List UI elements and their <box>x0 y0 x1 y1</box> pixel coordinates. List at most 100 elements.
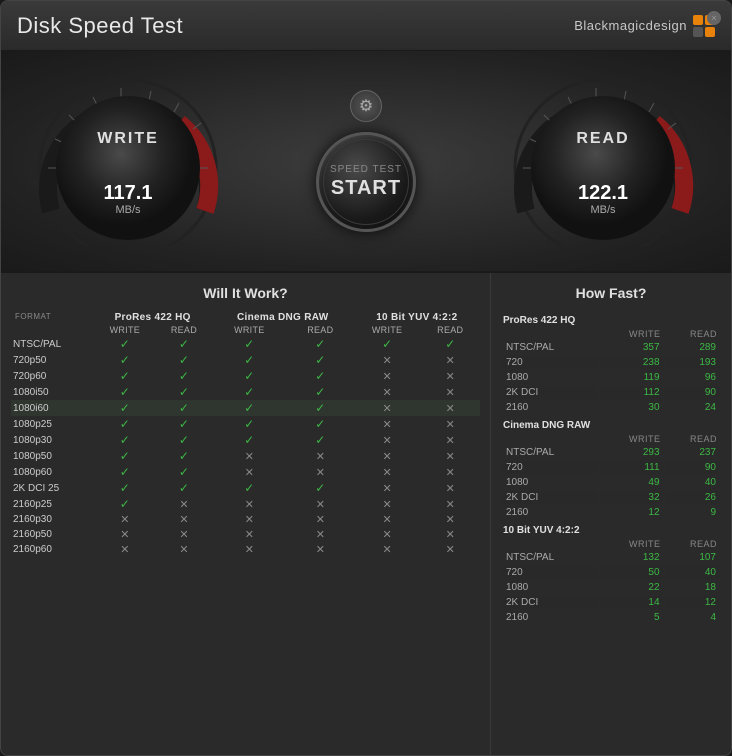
read-gauge-svg: READ 122.1 MB/s <box>506 71 701 251</box>
format-cell: 1080p30 <box>11 432 94 448</box>
prores-write-cell: ✕ <box>94 542 157 557</box>
prores-read-cell: ✓ <box>156 400 212 416</box>
cross-icon: ✕ <box>316 467 325 479</box>
speed-read-cell: 289 <box>665 341 719 354</box>
yuv-read-cell: ✕ <box>421 480 480 496</box>
brand-logo: Blackmagicdesign <box>574 15 715 37</box>
yuv-write-cell: ✕ <box>354 400 421 416</box>
speed-write-cell: 357 <box>600 341 662 354</box>
cdng-write-cell: ✓ <box>212 432 287 448</box>
cross-icon: ✕ <box>245 514 254 526</box>
cross-icon: ✕ <box>120 529 129 541</box>
check-icon: ✓ <box>179 481 189 495</box>
cdng-read-header: READ <box>287 324 354 336</box>
check-icon: ✓ <box>179 385 189 399</box>
check-icon: ✓ <box>315 369 325 383</box>
yuv-read-header: READ <box>421 324 480 336</box>
cross-icon: ✕ <box>446 529 455 541</box>
speed-format-cell: 2K DCI <box>503 491 598 504</box>
how-fast-title: How Fast? <box>501 285 721 301</box>
check-icon: ✓ <box>244 369 254 383</box>
yuv-read-cell: ✕ <box>421 400 480 416</box>
speed-format-cell: 2160 <box>503 506 598 519</box>
speed-read-cell: 26 <box>665 491 719 504</box>
speed-read-cell: 18 <box>665 581 719 594</box>
yuv-read-cell: ✕ <box>421 464 480 480</box>
prores-write-cell: ✕ <box>94 527 157 542</box>
format-cell: 2K DCI 25 <box>11 480 94 496</box>
cross-icon: ✕ <box>316 544 325 556</box>
speed-format-cell: NTSC/PAL <box>503 551 598 564</box>
start-button-main-label: START <box>331 177 401 200</box>
prores-write-cell: ✓ <box>94 368 157 384</box>
yuv-read-cell: ✕ <box>421 432 480 448</box>
svg-text:WRITE: WRITE <box>97 130 159 147</box>
format-cell: 1080p25 <box>11 416 94 432</box>
speed-codec-header: Cinema DNG RAW <box>503 416 719 432</box>
cross-icon: ✕ <box>446 451 455 463</box>
close-button[interactable]: × <box>707 11 721 25</box>
yuv-write-cell: ✕ <box>354 496 421 512</box>
speed-format-cell: 2160 <box>503 611 598 624</box>
yuv-write-cell: ✕ <box>354 384 421 400</box>
speed-format-header <box>503 434 598 444</box>
gear-icon: ⚙ <box>359 96 373 116</box>
speed-write-cell: 132 <box>600 551 662 564</box>
check-icon: ✓ <box>120 417 130 431</box>
cross-icon: ✕ <box>446 403 455 415</box>
check-icon: ✓ <box>179 465 189 479</box>
check-icon: ✓ <box>244 337 254 351</box>
cdng-write-header: WRITE <box>212 324 287 336</box>
speed-write-cell: 50 <box>600 566 662 579</box>
speed-write-cell: 119 <box>600 371 662 384</box>
yuv-read-cell: ✓ <box>421 336 480 352</box>
settings-button[interactable]: ⚙ <box>350 90 382 122</box>
brand-icon-cell-3 <box>693 27 703 37</box>
prores-write-cell: ✓ <box>94 448 157 464</box>
cross-icon: ✕ <box>446 544 455 556</box>
svg-text:MB/s: MB/s <box>115 204 141 216</box>
prores-write-cell: ✓ <box>94 432 157 448</box>
speed-write-cell: 112 <box>600 386 662 399</box>
format-cell: 2160p30 <box>11 512 94 527</box>
cdng-read-cell: ✕ <box>287 464 354 480</box>
brand-icon-cell-4 <box>705 27 715 37</box>
cdng-read-cell: ✓ <box>287 336 354 352</box>
cross-icon: ✕ <box>446 435 455 447</box>
cdng-read-cell: ✕ <box>287 496 354 512</box>
check-icon: ✓ <box>120 401 130 415</box>
speed-read-cell: 9 <box>665 506 719 519</box>
check-icon: ✓ <box>315 401 325 415</box>
cdng-write-cell: ✓ <box>212 352 287 368</box>
app-title: Disk Speed Test <box>17 13 183 39</box>
speed-format-cell: 720 <box>503 356 598 369</box>
cdng-read-cell: ✓ <box>287 352 354 368</box>
speed-read-header: READ <box>665 539 719 549</box>
speed-read-cell: 107 <box>665 551 719 564</box>
prores-read-cell: ✓ <box>156 384 212 400</box>
speed-codec-header: ProRes 422 HQ <box>503 311 719 327</box>
yuv-read-cell: ✕ <box>421 368 480 384</box>
prores-read-cell: ✓ <box>156 352 212 368</box>
cross-icon: ✕ <box>446 371 455 383</box>
speed-read-cell: 24 <box>665 401 719 414</box>
format-cell: 1080p60 <box>11 464 94 480</box>
check-icon: ✓ <box>315 353 325 367</box>
speed-table: ProRes 422 HQWRITEREAD NTSC/PAL 357 289 … <box>501 309 721 626</box>
speed-format-cell: 1080 <box>503 476 598 489</box>
prores-write-cell: ✓ <box>94 416 157 432</box>
check-icon: ✓ <box>244 433 254 447</box>
speed-read-cell: 12 <box>665 596 719 609</box>
start-button[interactable]: SPEED TEST START <box>316 132 416 232</box>
cross-icon: ✕ <box>316 499 325 511</box>
speed-write-header: WRITE <box>600 329 662 339</box>
speed-read-header: READ <box>665 329 719 339</box>
yuv-read-cell: ✕ <box>421 384 480 400</box>
speed-read-cell: 193 <box>665 356 719 369</box>
cross-icon: ✕ <box>179 514 188 526</box>
speed-read-cell: 90 <box>665 461 719 474</box>
prores-read-cell: ✓ <box>156 448 212 464</box>
speed-read-header: READ <box>665 434 719 444</box>
speed-read-cell: 4 <box>665 611 719 624</box>
check-icon: ✓ <box>120 433 130 447</box>
